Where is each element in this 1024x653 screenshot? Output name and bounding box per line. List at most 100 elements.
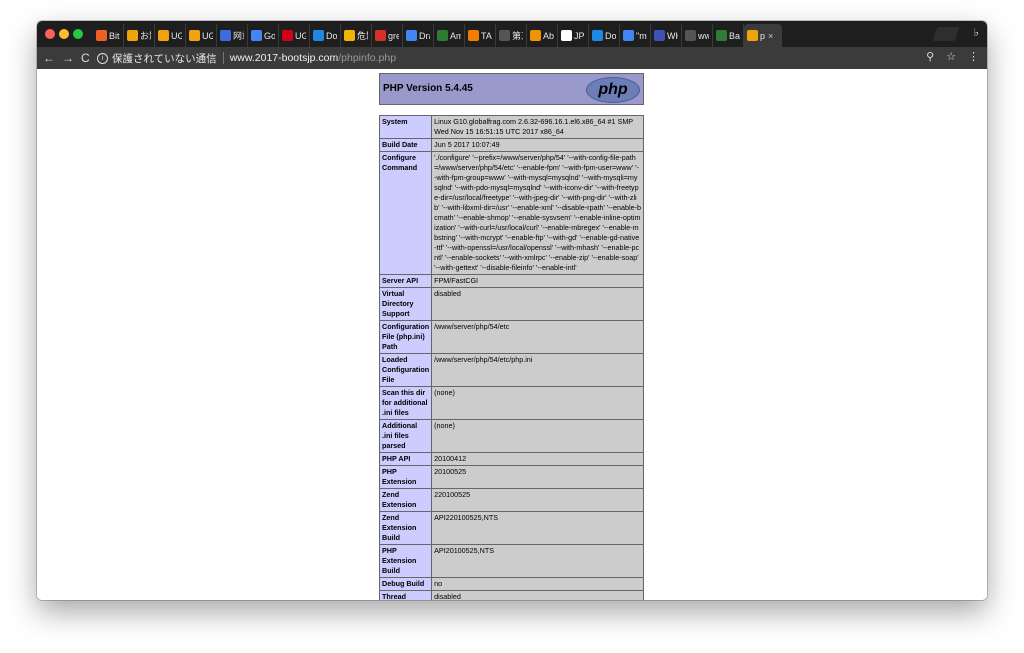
table-row: Additional .ini files parsed (none) (378, 419, 644, 453)
browser-tab[interactable]: ww (682, 24, 713, 47)
bookmark-star-icon[interactable]: ☆ (946, 50, 956, 63)
google-icon (251, 30, 262, 41)
page-title: PHP Version 5.4.45 (383, 83, 473, 94)
row-label: PHP Extension Build (378, 544, 433, 578)
browser-tab[interactable]: UG (155, 24, 186, 47)
browser-tab[interactable]: Bitl (93, 24, 124, 47)
browser-tab[interactable]: JPF (558, 24, 589, 47)
table-row: Zend Extension Build API220100525,NTS (378, 511, 644, 545)
google-icon (623, 30, 634, 41)
browser-tab[interactable]: 危影 (341, 24, 372, 47)
browser-tab[interactable]: Dor (310, 24, 341, 47)
url-path[interactable]: /phpinfo.php (338, 52, 396, 64)
row-value: (none) (431, 419, 644, 453)
browser-tab[interactable]: WH (651, 24, 682, 47)
row-value: no (431, 577, 644, 591)
tab-label: TAI (481, 30, 492, 41)
browser-tab[interactable]: TAI (465, 24, 496, 47)
row-value: Linux G10.globalfrag.com 2.6.32-696.16.1… (431, 115, 644, 139)
row-label: Scan this dir for additional .ini files (378, 386, 433, 420)
row-label: PHP API (378, 452, 433, 466)
back-button[interactable]: ← (43, 50, 55, 66)
browser-tab[interactable]: p × (744, 24, 782, 47)
table-row: PHP API 20100412 (378, 452, 644, 466)
php-logo[interactable]: php (586, 77, 640, 103)
new-tab-button[interactable] (932, 27, 960, 41)
reload-button[interactable]: C (81, 50, 90, 66)
dollar-icon (716, 30, 727, 41)
browser-tab[interactable]: gre (372, 24, 403, 47)
row-label: PHP Extension (378, 465, 433, 489)
heart-icon (282, 30, 293, 41)
page-icon (499, 30, 510, 41)
address-bar[interactable]: i 保護されていない通信 www.2017-bootsjp.com /phpin… (97, 50, 917, 66)
bitly-icon (96, 30, 107, 41)
doc-icon (592, 30, 603, 41)
row-value: 20100412 (431, 452, 644, 466)
tab-label: gre (388, 30, 399, 41)
row-label: Configuration File (php.ini) Path (378, 320, 433, 354)
cart-icon (747, 30, 758, 41)
browser-tab[interactable]: "m (620, 24, 651, 47)
forward-button[interactable]: → (62, 50, 74, 66)
tab-label: 第三 (512, 31, 523, 41)
close-tab-icon[interactable]: × (768, 31, 773, 41)
row-value: (none) (431, 386, 644, 420)
maximize-window-button[interactable] (73, 29, 83, 39)
info-table: System Linux G10.globalfrag.com 2.6.32-69… (378, 115, 644, 600)
circle-icon (530, 30, 541, 41)
info-icon[interactable]: i (97, 52, 108, 64)
table-row: Loaded Configuration File/www/server/php… (378, 353, 644, 387)
row-label: Server API (378, 274, 433, 288)
menu-icon[interactable]: ⋮ (968, 50, 979, 63)
minimize-window-button[interactable] (59, 29, 69, 39)
tab-label: Abc (543, 30, 554, 41)
translate-icon (220, 30, 231, 41)
browser-tab[interactable]: Bas (713, 24, 744, 47)
zoom-icon[interactable]: ⚲ (926, 50, 934, 63)
tab-strip: Bitl お影 UG UG 网站 Go UG Dor 危影 gre Dra Am TAI 第三 Abc JPF… (37, 21, 987, 47)
browser-tab[interactable]: UG (186, 24, 217, 47)
table-row: Build Date Jun 5 2017 10:07:49 (378, 138, 644, 152)
row-value: 220100525 (431, 488, 644, 512)
url-host[interactable]: www.2017-bootsjp.com (230, 52, 339, 64)
tab-label: 危影 (357, 31, 368, 41)
table-row: Configuration File (php.ini) Path/www/se… (378, 320, 644, 354)
row-value: './configure' '--prefix=/www/server/php/… (431, 151, 644, 275)
security-status[interactable]: 保護されていない通信 (112, 51, 217, 66)
browser-window: Bitl お影 UG UG 网站 Go UG Dor 危影 gre Dra Am TAI 第三 Abc JPF… (37, 21, 987, 600)
table-row: PHP Extension Build API20100525,NTS (378, 544, 644, 578)
incognito-icon[interactable]: ♭ (974, 26, 979, 39)
table-row: Debug Build no (378, 577, 644, 591)
browser-tab[interactable]: 第三 (496, 24, 527, 47)
tab-label: Dor (326, 30, 337, 41)
divider (222, 52, 224, 64)
tab-label: Dor (605, 30, 616, 41)
browser-tab[interactable]: Am (434, 24, 465, 47)
row-value: /www/server/php/54/etc/php.ini (431, 353, 644, 387)
row-value: FPM/FastCGI (431, 274, 644, 288)
table-row: System Linux G10.globalfrag.com 2.6.32-69… (378, 115, 644, 139)
c-icon (654, 30, 665, 41)
browser-tab[interactable]: UG (279, 24, 310, 47)
table-row: PHP Extension 20100525 (378, 465, 644, 489)
row-label: Zend Extension Build (378, 511, 433, 545)
close-window-button[interactable] (45, 29, 55, 39)
figure-icon (437, 30, 448, 41)
browser-tab[interactable]: Abc (527, 24, 558, 47)
tab-label: "m (636, 30, 647, 41)
table-row: Server API FPM/FastCGI (378, 274, 644, 288)
browser-tab[interactable]: Dra (403, 24, 434, 47)
tab-label: Dra (419, 30, 430, 41)
mail-icon (375, 30, 386, 41)
browser-tab[interactable]: 网站 (217, 24, 248, 47)
toolbar: ← → C i 保護されていない通信 www.2017-bootsjp.com … (37, 47, 987, 69)
browser-tab[interactable]: お影 (124, 24, 155, 47)
tab-label: 网站 (233, 31, 244, 41)
tab-label: UG (295, 30, 306, 41)
row-label: Thread Safety (378, 590, 433, 600)
browser-tab[interactable]: Dor (589, 24, 620, 47)
row-label: Loaded Configuration File (378, 353, 433, 387)
browser-tab[interactable]: Go (248, 24, 279, 47)
table-row: Scan this dir for additional .ini files(… (378, 386, 644, 420)
